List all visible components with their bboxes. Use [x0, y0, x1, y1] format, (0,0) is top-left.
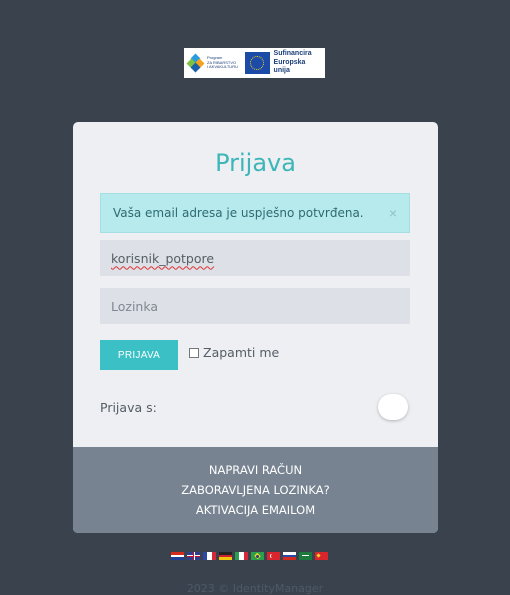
- username-input[interactable]: korisnik_potpore: [100, 240, 410, 276]
- flag-br-icon[interactable]: [251, 552, 264, 560]
- eu-text-1: Sufinancira: [273, 50, 312, 58]
- password-placeholder: Lozinka: [111, 298, 159, 314]
- flag-tr-icon[interactable]: [267, 552, 280, 560]
- remember-me[interactable]: Zapamti me: [189, 345, 279, 360]
- program-text-3: I AKVAKULTURU: [207, 64, 238, 70]
- flag-sa-icon[interactable]: [299, 552, 312, 560]
- flag-cn-icon[interactable]: [315, 552, 328, 560]
- email-activation-link[interactable]: AKTIVACIJA EMAILOM: [196, 500, 315, 520]
- close-icon[interactable]: ×: [389, 205, 397, 221]
- eu-cofinance-text: Sufinancira Europska unija: [274, 50, 321, 76]
- create-account-link[interactable]: NAPRAVI RAČUN: [209, 460, 302, 480]
- flag-de-icon[interactable]: [219, 552, 232, 560]
- forgot-password-link[interactable]: ZABORAVLJENA LOZINKA?: [181, 480, 329, 500]
- language-selector: [171, 552, 328, 560]
- login-button[interactable]: PRIJAVA: [100, 340, 178, 370]
- flag-fr-icon[interactable]: [203, 552, 216, 560]
- card-footer: NAPRAVI RAČUN ZABORAVLJENA LOZINKA? AKTI…: [73, 447, 438, 533]
- username-value: korisnik_potpore: [111, 250, 215, 266]
- success-alert: Vaša email adresa je uspješno potvrđena.…: [100, 193, 410, 233]
- remember-label: Zapamti me: [203, 345, 280, 360]
- page-title: Prijava: [215, 149, 296, 177]
- eu-text-2: Europska unija: [273, 58, 306, 75]
- flag-it-icon[interactable]: [235, 552, 248, 560]
- flag-hr-icon[interactable]: [171, 552, 184, 560]
- eu-flag-icon: [244, 52, 270, 74]
- program-logo-icon: [186, 53, 205, 73]
- login-card: Prijava Vaša email adresa je uspješno po…: [73, 122, 438, 533]
- login-with-label: Prijava s:: [100, 400, 157, 415]
- alert-message: Vaša email adresa je uspješno potvrđena.: [113, 206, 364, 220]
- remember-checkbox[interactable]: [189, 347, 199, 358]
- external-login-toggle[interactable]: [378, 394, 408, 420]
- password-input[interactable]: Lozinka: [100, 288, 410, 324]
- flag-en-icon[interactable]: [187, 552, 200, 560]
- sponsor-logo: Program ZA RIBARSTVO I AKVAKULTURU Sufin…: [184, 48, 325, 78]
- login-page: Program ZA RIBARSTVO I AKVAKULTURU Sufin…: [0, 0, 510, 595]
- flag-ru-icon[interactable]: [283, 552, 296, 560]
- fisheries-program-logo: Program ZA RIBARSTVO I AKVAKULTURU: [186, 50, 241, 76]
